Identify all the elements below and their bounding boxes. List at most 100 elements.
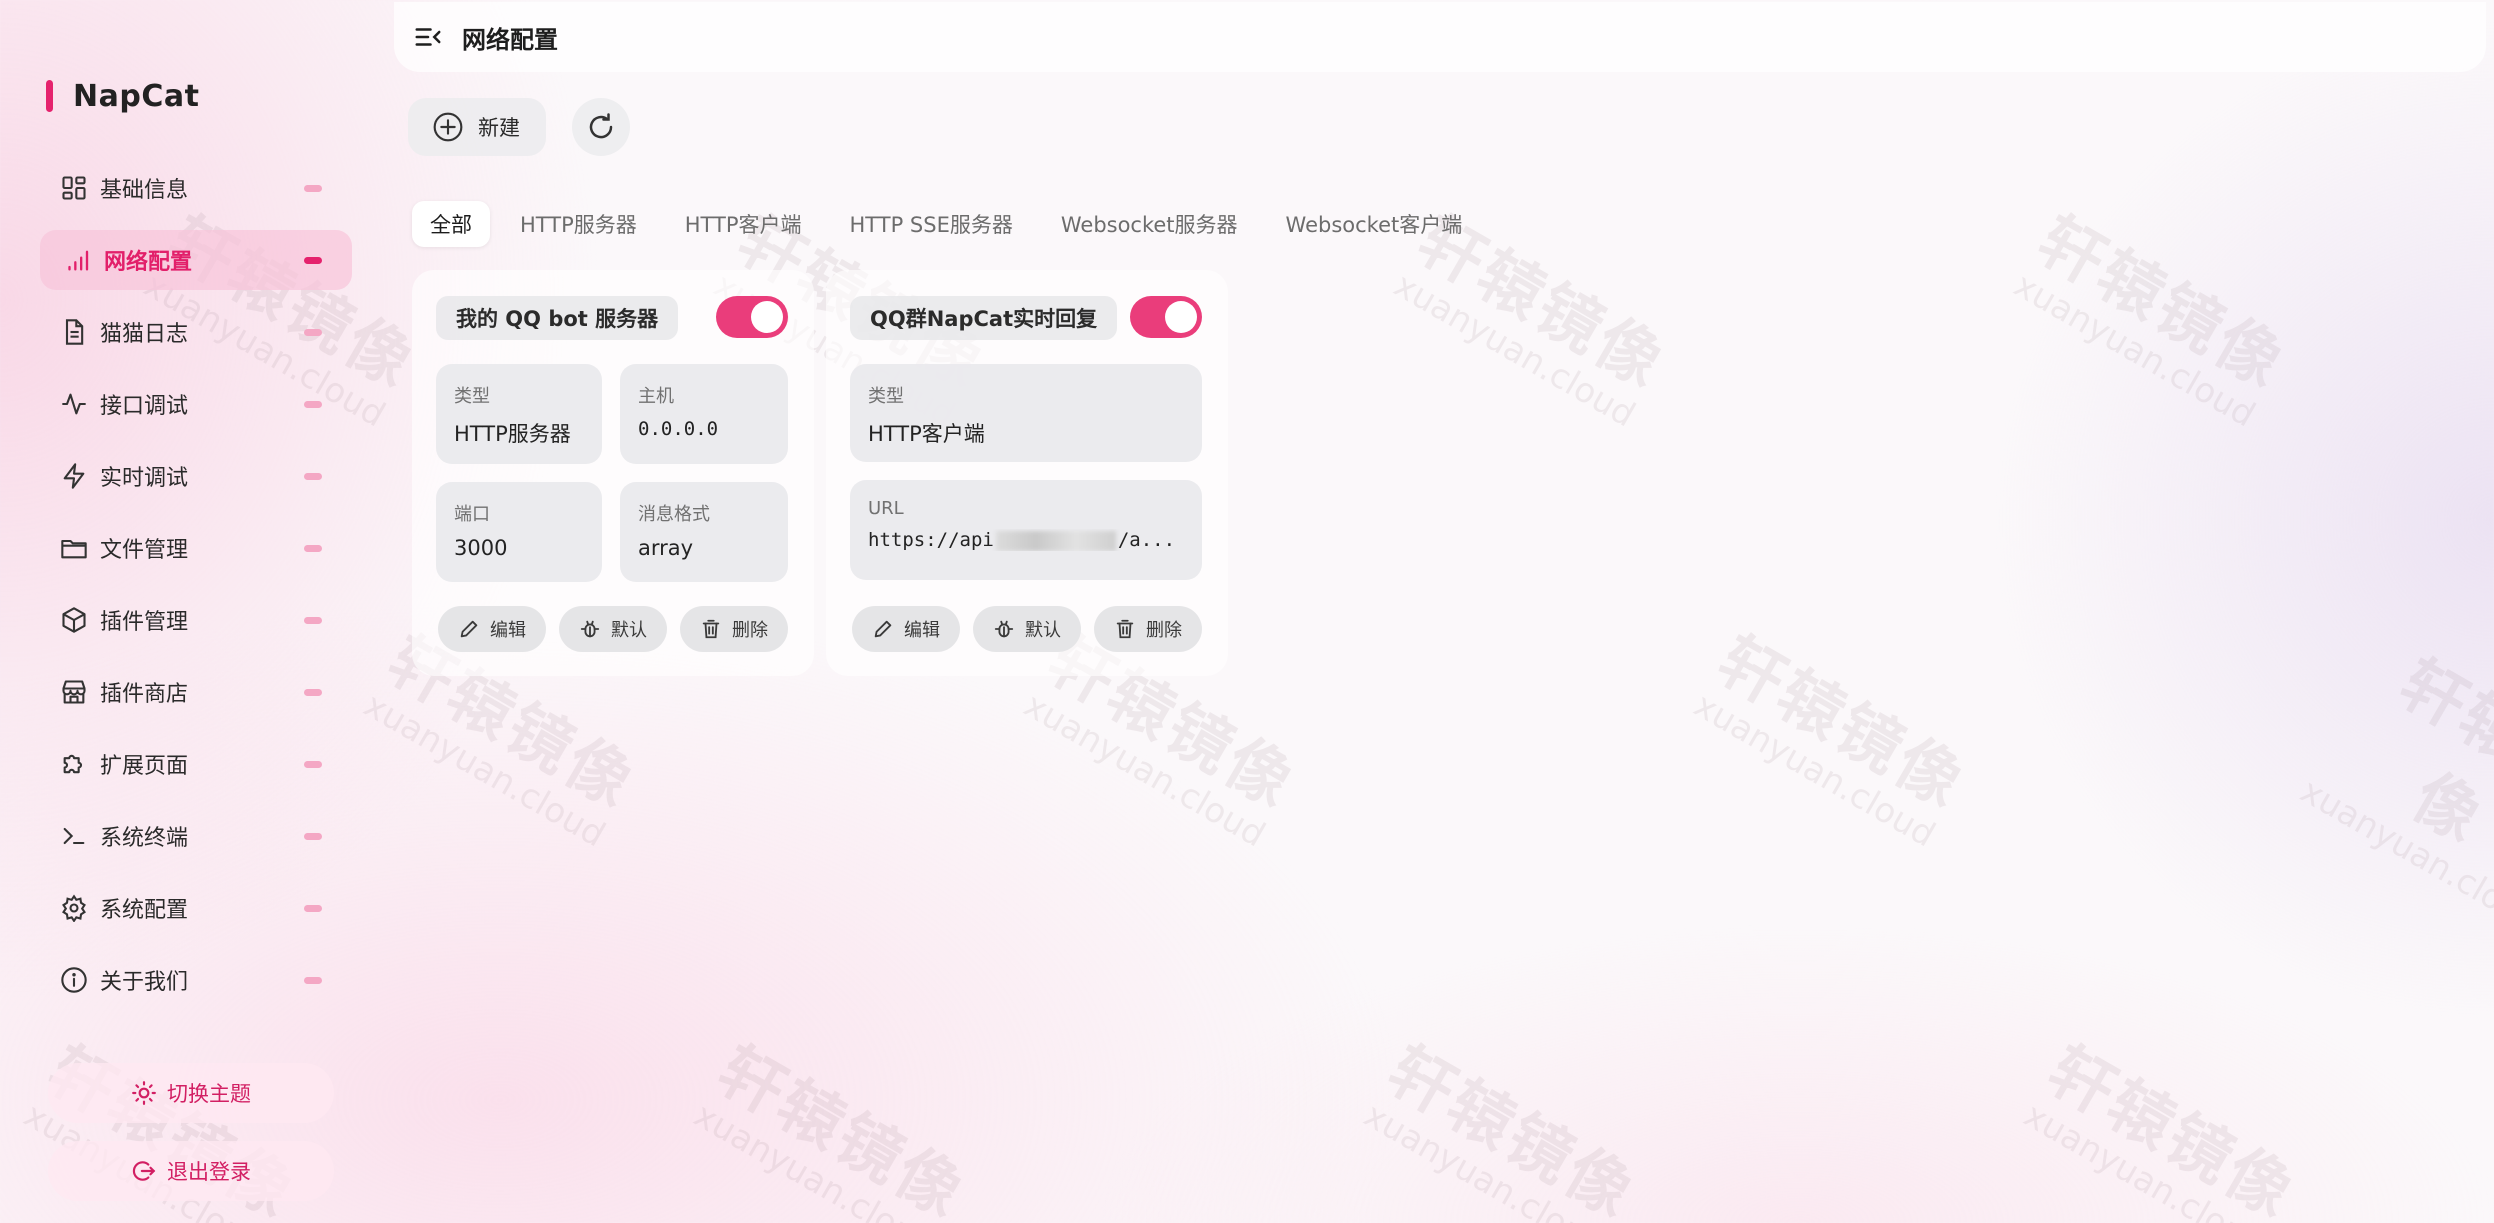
indicator-dot (304, 473, 322, 480)
toggle-knob (751, 301, 783, 333)
type-field: 类型 HTTP服务器 (436, 364, 602, 464)
collapse-menu-icon[interactable] (408, 17, 448, 57)
network-config-card: 我的 QQ bot 服务器 类型 HTTP服务器 主机 0.0.0.0 端口 3… (412, 270, 814, 676)
port-field: 端口 3000 (436, 482, 602, 582)
sidebar-item-realtime-debug[interactable]: 实时调试 (40, 446, 352, 506)
field-label: 类型 (454, 386, 490, 407)
new-button-label: 新建 (478, 116, 520, 140)
sidebar: NapCat 基础信息 网络配置 猫猫日志 接口调试 实时调试 文件管理 插件管… (0, 0, 380, 1223)
field-value: https://api/a... (868, 529, 1184, 551)
delete-button[interactable]: 删除 (680, 606, 788, 652)
sidebar-item-network-config[interactable]: 网络配置 (40, 230, 352, 290)
sidebar-item-logs[interactable]: 猫猫日志 (40, 302, 352, 362)
tab-all[interactable]: 全部 (412, 201, 490, 247)
watermark: 轩辕镜像xuanyuan.cloud (687, 1032, 979, 1223)
indicator-dot (304, 833, 322, 840)
watermark: 轩辕镜像xuanyuan.cloud (2293, 645, 2494, 942)
indicator-dot (304, 257, 322, 264)
url-field: URL https://api/a... (850, 480, 1202, 580)
field-value: 3000 (454, 536, 508, 560)
edit-button[interactable]: 编辑 (438, 606, 546, 652)
field-value: 0.0.0.0 (638, 418, 719, 440)
sidebar-item-file-manager[interactable]: 文件管理 (40, 518, 352, 578)
url-suffix: /a... (1117, 529, 1176, 551)
plus-circle-icon (432, 111, 464, 143)
indicator-dot (304, 401, 322, 408)
terminal-icon (58, 820, 90, 852)
network-config-card: QQ群NapCat实时回复 类型 HTTP客户端 URL https://api… (826, 270, 1228, 676)
sidebar-item-label: 基础信息 (100, 178, 189, 203)
sidebar-item-about[interactable]: 关于我们 (40, 950, 352, 1010)
sidebar-item-terminal[interactable]: 系统终端 (40, 806, 352, 866)
pencil-icon (872, 618, 894, 640)
store-icon (58, 676, 90, 708)
new-button[interactable]: 新建 (408, 98, 546, 156)
gear-icon (58, 892, 90, 924)
document-icon (58, 316, 90, 348)
refresh-button[interactable] (572, 98, 630, 156)
field-label: URL (868, 498, 904, 519)
indicator-dot (304, 905, 322, 912)
tab-http-server[interactable]: HTTP服务器 (502, 201, 655, 247)
bug-icon (579, 618, 601, 640)
brand-accent-bar (46, 80, 53, 112)
folder-icon (58, 532, 90, 564)
watermark: 轩辕镜像xuanyuan.cloud (2017, 1032, 2309, 1223)
field-label: 端口 (454, 504, 490, 525)
default-label: 默认 (611, 620, 647, 641)
refresh-icon (586, 112, 616, 142)
enable-toggle[interactable] (716, 296, 788, 338)
indicator-dot (304, 545, 322, 552)
indicator-dot (304, 977, 322, 984)
field-value: array (638, 536, 694, 560)
sidebar-item-label: 插件管理 (100, 610, 189, 635)
brand: NapCat (46, 74, 199, 118)
switch-theme-button[interactable]: 切换主题 (48, 1063, 334, 1123)
logout-label: 退出登录 (167, 1160, 251, 1184)
tab-websocket-client[interactable]: Websocket客户端 (1268, 201, 1481, 247)
indicator-dot (304, 185, 322, 192)
tab-http-sse-server[interactable]: HTTP SSE服务器 (832, 201, 1031, 247)
watermark: 轩辕镜像xuanyuan.cloud (1357, 1032, 1649, 1223)
delete-button[interactable]: 删除 (1094, 606, 1202, 652)
enable-toggle[interactable] (1130, 296, 1202, 338)
sidebar-item-system-config[interactable]: 系统配置 (40, 878, 352, 938)
tab-http-client[interactable]: HTTP客户端 (667, 201, 820, 247)
host-field: 主机 0.0.0.0 (620, 364, 788, 464)
sidebar-item-label: 猫猫日志 (100, 322, 189, 347)
top-header: 网络配置 (394, 2, 2486, 72)
url-prefix: https://api (868, 529, 994, 551)
sidebar-item-plugin-manager[interactable]: 插件管理 (40, 590, 352, 650)
watermark: 轩辕镜像xuanyuan.cloud (2007, 202, 2299, 436)
trash-icon (1114, 618, 1136, 640)
default-label: 默认 (1025, 620, 1061, 641)
logout-button[interactable]: 退出登录 (48, 1141, 334, 1201)
sidebar-item-api-debug[interactable]: 接口调试 (40, 374, 352, 434)
indicator-dot (304, 329, 322, 336)
filter-tabs: 全部 HTTP服务器 HTTP客户端 HTTP SSE服务器 Websocket… (408, 196, 1496, 252)
sidebar-nav: 基础信息 网络配置 猫猫日志 接口调试 实时调试 文件管理 插件管理 插件商店 … (40, 158, 352, 1022)
signal-icon (64, 244, 96, 276)
default-button[interactable]: 默认 (973, 606, 1081, 652)
field-label: 类型 (868, 386, 904, 407)
sidebar-item-extensions[interactable]: 扩展页面 (40, 734, 352, 794)
watermark: 轩辕镜像xuanyuan.cloud (1687, 622, 1979, 856)
logout-icon (131, 1158, 157, 1184)
toggle-knob (1165, 301, 1197, 333)
indicator-dot (304, 761, 322, 768)
sidebar-item-basic-info[interactable]: 基础信息 (40, 158, 352, 218)
card-title: QQ群NapCat实时回复 (850, 296, 1118, 340)
sidebar-item-label: 关于我们 (100, 970, 189, 995)
field-label: 主机 (638, 386, 674, 407)
field-value: HTTP客户端 (868, 422, 985, 446)
tab-websocket-server[interactable]: Websocket服务器 (1043, 201, 1256, 247)
edit-button[interactable]: 编辑 (852, 606, 960, 652)
indicator-dot (304, 617, 322, 624)
card-title: 我的 QQ bot 服务器 (436, 296, 679, 340)
sidebar-item-plugin-store[interactable]: 插件商店 (40, 662, 352, 722)
activity-icon (58, 388, 90, 420)
field-value: HTTP服务器 (454, 422, 571, 446)
default-button[interactable]: 默认 (559, 606, 667, 652)
delete-label: 删除 (732, 620, 768, 641)
trash-icon (700, 618, 722, 640)
